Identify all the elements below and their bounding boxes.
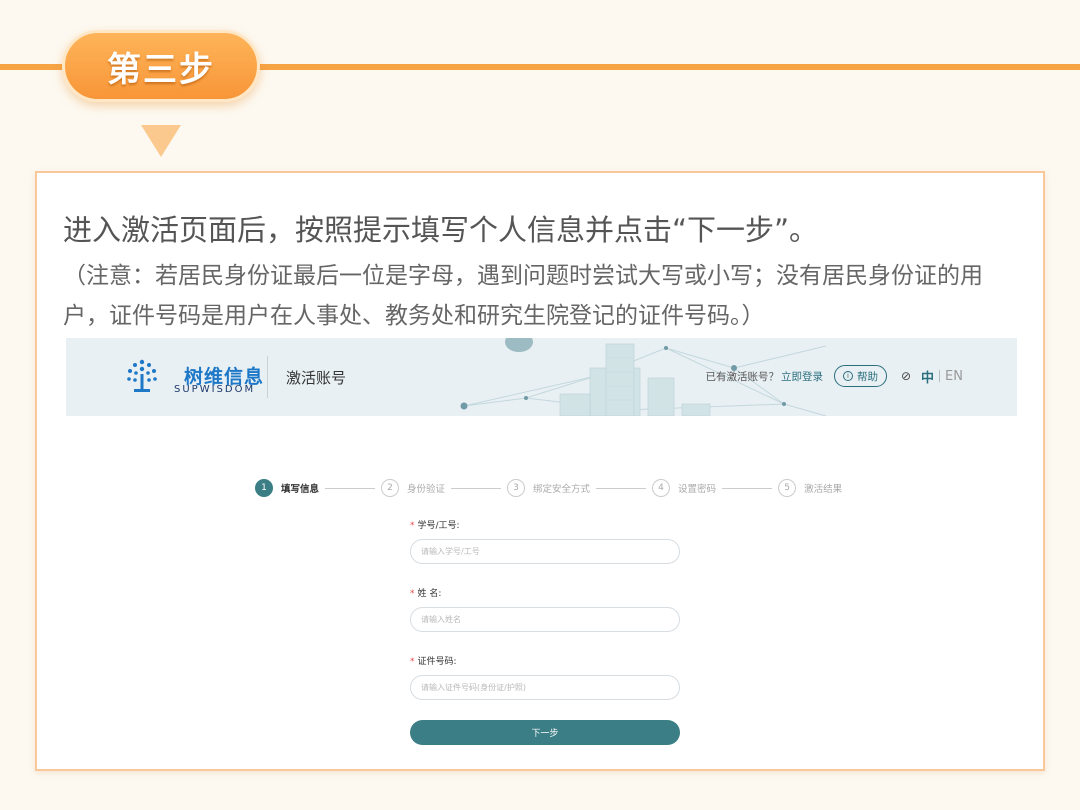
required-mark: * xyxy=(410,589,415,599)
activation-form: *学号/工号: *姓 名: *证件号码: xyxy=(410,518,680,700)
instruction-note-text: （注意：若居民身份证最后一位是字母，遇到问题时尝试大写或小写；没有居民身份证的用… xyxy=(63,263,983,329)
activated-prompt: 已有激活账号？ xyxy=(705,370,779,383)
header-actions: 已有激活账号？ 立即登录 i 帮助 ⊘ 中 EN xyxy=(705,365,963,387)
step-1: 1 填写信息 xyxy=(255,479,319,497)
help-button[interactable]: i 帮助 xyxy=(833,365,887,387)
required-mark: * xyxy=(410,521,415,531)
step-number: 3 xyxy=(507,479,526,497)
lang-en[interactable]: EN xyxy=(945,369,963,384)
step-number: 5 xyxy=(778,479,797,497)
header-divider xyxy=(267,356,268,398)
student-id-label: * 学号/工号: xyxy=(410,521,460,531)
step-label: 填写信息 xyxy=(281,484,320,495)
info-icon: i xyxy=(842,371,853,381)
name-input[interactable] xyxy=(410,607,680,632)
triangle-pointer-icon xyxy=(141,125,181,157)
help-label: 帮助 xyxy=(856,370,878,383)
step-badge: 第三步 xyxy=(62,30,260,102)
login-link[interactable]: 立即登录 xyxy=(781,369,823,384)
language-icon: ⊘ xyxy=(900,369,912,383)
step-number: 2 xyxy=(381,479,400,497)
step-number: 1 xyxy=(255,479,273,497)
step-label: 激活结果 xyxy=(804,484,843,495)
step-connector xyxy=(451,487,502,489)
step-connector xyxy=(325,487,376,489)
id-number-input[interactable] xyxy=(410,675,680,700)
student-id-input[interactable] xyxy=(410,539,680,564)
required-mark: * xyxy=(410,657,415,667)
progress-steps: 1 填写信息 2 身份验证 3 绑定安全方式 4 设置密码 5 激活结果 xyxy=(255,478,842,498)
id-number-label: * 证件号码: xyxy=(410,657,457,667)
step-connector xyxy=(722,487,773,489)
instruction-main-text: 进入激活页面后，按照提示填写个人信息并点击“下一步”。 xyxy=(63,213,819,247)
lang-zh[interactable]: 中 xyxy=(921,367,934,386)
step-number: 4 xyxy=(652,479,671,497)
next-step-button[interactable]: 下一步 xyxy=(410,720,680,745)
activation-header: 树维信息 SUPWISDOM 激活账号 已有激活账号？ 立即登录 i 帮助 ⊘ … xyxy=(66,338,1017,416)
step-label: 绑定安全方式 xyxy=(533,484,591,495)
step-connector xyxy=(596,487,647,489)
step-label: 设置密码 xyxy=(678,484,717,495)
instruction-card: 进入激活页面后，按照提示填写个人信息并点击“下一步”。 （注意：若居民身份证最后… xyxy=(35,171,1045,771)
step-2: 2 身份验证 xyxy=(381,479,445,497)
activation-page-screenshot: 树维信息 SUPWISDOM 激活账号 已有激活账号？ 立即登录 i 帮助 ⊘ … xyxy=(66,338,1017,758)
step-5: 5 激活结果 xyxy=(778,479,842,497)
page-title: 激活账号 xyxy=(286,369,347,387)
step-label: 身份验证 xyxy=(407,484,446,495)
step-4: 4 设置密码 xyxy=(652,479,716,497)
lang-divider xyxy=(939,370,941,382)
name-label: * 姓 名: xyxy=(410,589,442,599)
brand-name-en: SUPWISDOM xyxy=(174,384,256,395)
supwisdom-logo-icon xyxy=(127,359,157,392)
step-3: 3 绑定安全方式 xyxy=(507,479,590,497)
